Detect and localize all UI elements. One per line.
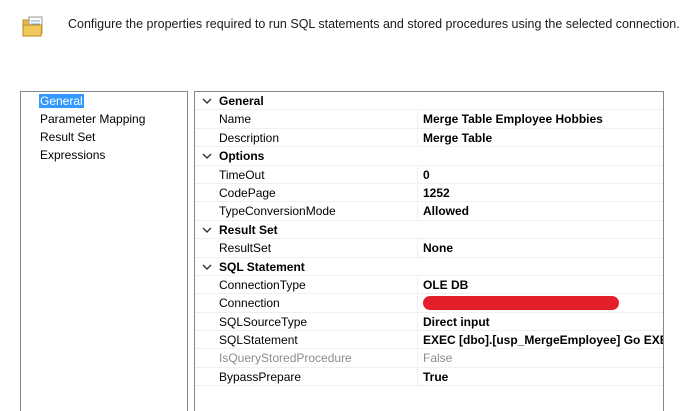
column-divider xyxy=(417,239,418,258)
chevron-down-icon[interactable] xyxy=(201,94,213,108)
property-row-isquerystoredprocedure[interactable]: IsQueryStoredProcedure False xyxy=(195,349,663,368)
property-name: Name xyxy=(219,112,252,127)
nav-item-label: Parameter Mapping xyxy=(40,112,146,126)
property-value[interactable]: 1252 xyxy=(423,186,663,200)
nav-item-parameter-mapping[interactable]: Parameter Mapping xyxy=(21,110,187,128)
column-divider xyxy=(417,294,418,313)
nav-item-expressions[interactable]: Expressions xyxy=(21,146,187,164)
property-name: SQLStatement xyxy=(219,333,298,348)
column-divider xyxy=(417,128,418,147)
property-name: IsQueryStoredProcedure xyxy=(219,351,352,366)
property-value[interactable]: Allowed xyxy=(423,204,663,218)
category-label: Options xyxy=(219,149,265,164)
property-row-sqlsourcetype[interactable]: SQLSourceType Direct input xyxy=(195,312,663,332)
category-label: Result Set xyxy=(219,222,278,237)
property-value[interactable]: Merge Table Employee Hobbies xyxy=(423,112,663,126)
property-row-resultset[interactable]: ResultSet None xyxy=(195,239,663,258)
nav-item-general[interactable]: General xyxy=(21,92,187,110)
property-name: ResultSet xyxy=(219,241,272,256)
category-sql-statement[interactable]: SQL Statement xyxy=(195,257,663,276)
redacted-connection-value xyxy=(423,296,619,311)
document-folder-icon xyxy=(22,16,43,37)
property-row-sqlstatement[interactable]: SQLStatement EXEC [dbo].[usp_MergeEmploye… xyxy=(195,331,663,350)
property-value[interactable]: Merge Table xyxy=(423,131,663,145)
property-row-codepage[interactable]: CodePage 1252 xyxy=(195,183,663,203)
category-label: SQL Statement xyxy=(219,259,305,274)
property-value[interactable]: OLE DB xyxy=(423,278,663,292)
property-value[interactable]: None xyxy=(423,241,663,255)
property-value[interactable]: 0 xyxy=(423,168,663,182)
category-options[interactable]: Options xyxy=(195,147,663,166)
column-divider xyxy=(417,331,418,350)
category-label: General xyxy=(219,94,264,108)
category-result-set[interactable]: Result Set xyxy=(195,220,663,240)
property-row-timeout[interactable]: TimeOut 0 xyxy=(195,165,663,184)
property-name: BypassPrepare xyxy=(219,369,302,384)
column-divider xyxy=(417,275,418,294)
page-list: General Parameter Mapping Result Set Expres… xyxy=(20,91,188,411)
property-name: Connection xyxy=(219,296,280,311)
property-value[interactable]: EXEC [dbo].[usp_MergeEmployee] Go EXEC xyxy=(423,333,663,347)
nav-item-result-set[interactable]: Result Set xyxy=(21,128,187,146)
property-value[interactable]: Direct input xyxy=(423,315,663,329)
property-row-typeconversionmode[interactable]: TypeConversionMode Allowed xyxy=(195,202,663,221)
column-divider xyxy=(417,312,418,331)
nav-item-label: General xyxy=(39,94,84,108)
property-row-bypassprepare[interactable]: BypassPrepare True xyxy=(195,367,663,387)
column-divider xyxy=(417,349,418,368)
nav-item-label: Result Set xyxy=(40,130,96,144)
chevron-down-icon[interactable] xyxy=(201,149,213,163)
property-row-description[interactable]: Description Merge Table xyxy=(195,128,663,148)
column-divider xyxy=(417,165,418,184)
property-value: False xyxy=(423,351,453,366)
chevron-down-icon[interactable] xyxy=(201,260,213,274)
property-name: TimeOut xyxy=(219,167,265,182)
column-divider xyxy=(417,367,418,386)
dialog-header: Configure the properties required to run… xyxy=(0,0,680,72)
nav-item-label: Expressions xyxy=(40,148,106,162)
property-name: Description xyxy=(219,130,280,145)
property-row-connectiontype[interactable]: ConnectionType OLE DB xyxy=(195,275,663,295)
column-divider xyxy=(417,183,418,202)
chevron-down-icon[interactable] xyxy=(201,223,213,237)
property-name: ConnectionType xyxy=(219,277,306,292)
property-grid: General Name Merge Table Employee Hobbies D… xyxy=(194,91,664,411)
column-divider xyxy=(417,202,418,221)
category-general[interactable]: General xyxy=(195,92,663,111)
column-divider xyxy=(417,110,418,129)
property-row-name[interactable]: Name Merge Table Employee Hobbies xyxy=(195,110,663,129)
property-name: TypeConversionMode xyxy=(219,204,336,219)
property-value[interactable]: True xyxy=(423,370,663,384)
property-row-connection[interactable]: Connection xyxy=(195,294,663,313)
property-name: SQLSourceType xyxy=(219,314,308,329)
header-description: Configure the properties required to run… xyxy=(68,17,680,31)
property-name: CodePage xyxy=(219,185,276,200)
